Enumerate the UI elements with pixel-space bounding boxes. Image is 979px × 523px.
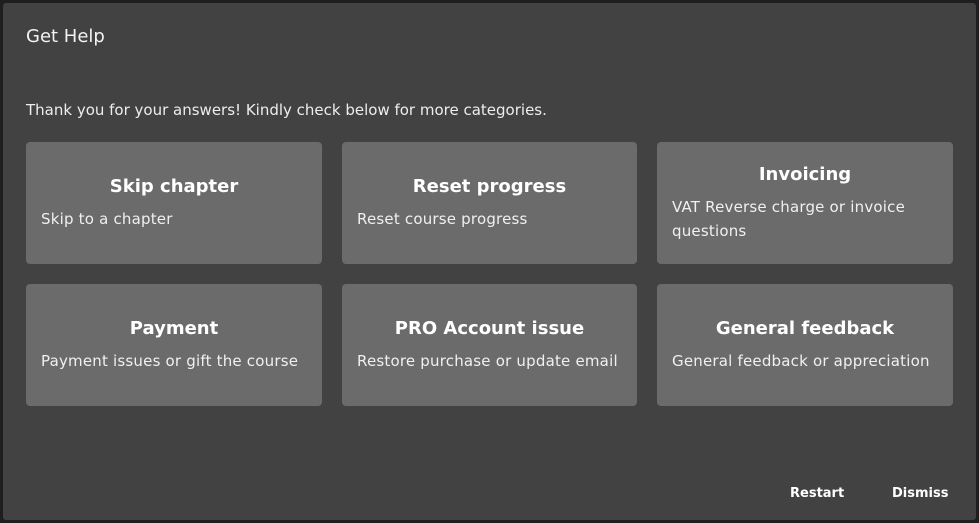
help-dialog: Get Help Thank you for your answers! Kin…	[3, 3, 976, 520]
category-description: Reset course progress	[357, 209, 528, 228]
category-grid: Skip chapter Skip to a chapter Reset pro…	[26, 142, 953, 406]
category-title: PRO Account issue	[394, 317, 585, 339]
category-title: Reset progress	[412, 175, 567, 197]
restart-button[interactable]: Restart	[786, 484, 848, 503]
category-card-general-feedback[interactable]: General feedback General feedback or app…	[657, 284, 953, 406]
category-title: General feedback	[715, 317, 895, 339]
category-card-skip-chapter[interactable]: Skip chapter Skip to a chapter	[26, 142, 322, 264]
dismiss-button[interactable]: Dismiss	[888, 484, 952, 503]
category-card-reset-progress[interactable]: Reset progress Reset course progress	[342, 142, 637, 264]
category-description: Skip to a chapter	[41, 209, 173, 228]
category-description: Restore purchase or update email	[357, 351, 618, 370]
category-title: Payment	[129, 317, 219, 339]
category-description: General feedback or appreciation	[672, 351, 930, 370]
category-card-invoicing[interactable]: Invoicing VAT Reverse charge or invoice …	[657, 142, 953, 264]
dialog-intro-text: Thank you for your answers! Kindly check…	[26, 101, 547, 119]
category-title: Skip chapter	[109, 175, 239, 197]
category-card-payment[interactable]: Payment Payment issues or gift the cours…	[26, 284, 322, 406]
category-description: Payment issues or gift the course	[41, 351, 299, 370]
category-title: Invoicing	[758, 163, 852, 185]
category-description: VAT Reverse charge or invoice questions	[672, 197, 906, 240]
category-card-pro-account-issue[interactable]: PRO Account issue Restore purchase or up…	[342, 284, 637, 406]
dialog-title: Get Help	[26, 26, 105, 47]
